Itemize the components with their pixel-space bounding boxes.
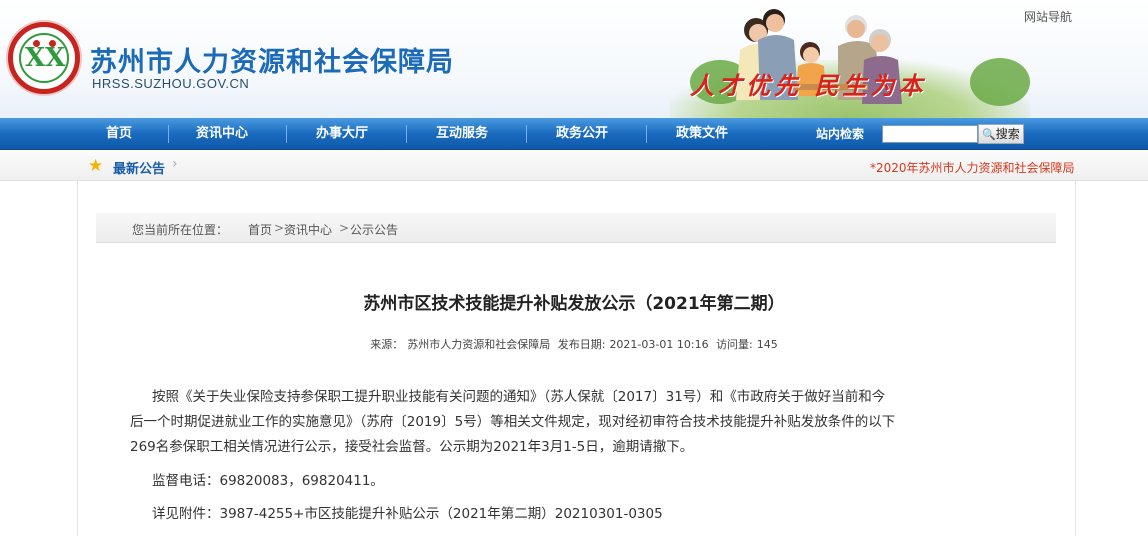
site-nav-link[interactable]: 网站导航 — [1024, 8, 1072, 25]
star-icon: ★ — [88, 156, 104, 176]
meta-source-label: 来源： — [370, 338, 404, 351]
phone-label: 监督电话： — [152, 473, 220, 489]
body-line: 后一个时期促进就业工作的实施意见》（苏府〔2019〕5号）等相关文件规定，现对经… — [130, 414, 896, 430]
breadcrumb-separator: > — [274, 221, 285, 235]
meta-views: 145 — [756, 338, 778, 351]
nav-item-home[interactable]: 首页 — [106, 118, 132, 150]
site-header: ⅩⅩ 苏州市人力资源和社会保障局 HRSS.SUZHOU.GOV.CN 网站导航 — [0, 0, 1148, 118]
body-line: 按照《关于失业保险支持参保职工提升职业技能有关问题的通知》（苏人保就〔2017〕… — [152, 389, 886, 405]
meta-views-label: 访问量: — [716, 338, 753, 351]
search-input[interactable] — [882, 125, 978, 143]
magnifier-icon: 🔍 — [982, 128, 996, 141]
site-domain: HRSS.SUZHOU.GOV.CN — [92, 76, 250, 91]
article-title: 苏州市区技术技能提升补贴发放公示（2021年第二期） — [363, 294, 785, 314]
nav-item-news[interactable]: 资讯中心 — [196, 118, 248, 150]
nav-divider — [286, 125, 287, 143]
article-meta: 来源： 苏州市人力资源和社会保障局 发布日期: 2021-03-01 10:16 访… — [0, 336, 1148, 352]
main-nav: 首页 资讯中心 办事大厅 互动服务 政务公开 政策文件 站内检索 🔍搜索 — [0, 118, 1148, 150]
search-button-label: 搜索 — [995, 127, 1020, 141]
phone-numbers: 69820083，69820411。 — [219, 473, 384, 489]
attachment-label: 详见附件： — [152, 506, 220, 522]
breadcrumb-notices[interactable]: 公示公告 — [350, 221, 398, 238]
nav-item-disclosure[interactable]: 政务公开 — [556, 118, 608, 150]
notice-bar: ★ 最新公告 › *2020年苏州市人力资源和社会保障局 — [0, 151, 1148, 181]
breadcrumb-separator: > — [339, 221, 350, 235]
notice-scroll-link[interactable]: *2020年苏州市人力资源和社会保障局 — [870, 159, 1075, 176]
site-title: 苏州市人力资源和社会保障局 — [90, 47, 454, 78]
article-body: 按照《关于失业保险支持参保职工提升职业技能有关问题的通知》（苏人保就〔2017〕… — [130, 385, 1030, 460]
body-line: 269名参保职工相关情况进行公示，接受社会监督。公示期为2021年3月1-5日，… — [130, 439, 694, 455]
attachment-line: 详见附件：3987-4255+市区技能提升补贴公示（2021年第二期）20210… — [130, 502, 1030, 527]
logo-ring: ⅩⅩ — [19, 33, 69, 83]
nav-item-policy[interactable]: 政策文件 — [676, 118, 728, 150]
breadcrumb-home[interactable]: 首页 — [248, 221, 272, 238]
search-label: 站内检索 — [816, 127, 865, 141]
meta-date: 2021-03-01 10:16 — [609, 338, 709, 351]
nav-divider — [646, 125, 647, 143]
breadcrumb: 您当前所在位置： 首页 > 资讯中心 > 公示公告 — [96, 213, 1056, 243]
nav-divider — [406, 125, 407, 143]
chevron-right-icon: › — [172, 156, 178, 172]
logo-mark-icon: ⅩⅩ — [25, 43, 66, 73]
supervision-phone: 监督电话：69820083，69820411。 — [130, 469, 1030, 494]
attachment-link[interactable]: 3987-4255+市区技能提升补贴公示（2021年第二期）20210301-0… — [220, 506, 663, 522]
header-slogan: 人才优先 民生为本 — [690, 71, 927, 100]
breadcrumb-prefix: 您当前所在位置： — [132, 223, 229, 237]
nav-divider — [168, 125, 169, 143]
nav-item-services[interactable]: 办事大厅 — [316, 118, 368, 150]
site-logo[interactable]: ⅩⅩ — [8, 22, 80, 94]
meta-date-label: 发布日期: — [557, 338, 606, 351]
notice-label: 最新公告 — [113, 162, 166, 177]
nav-divider — [526, 125, 527, 143]
search-button[interactable]: 🔍搜索 — [978, 124, 1024, 144]
nav-item-interaction[interactable]: 互动服务 — [436, 118, 488, 150]
breadcrumb-news[interactable]: 资讯中心 — [284, 221, 332, 238]
meta-source: 苏州市人力资源和社会保障局 — [407, 338, 551, 351]
